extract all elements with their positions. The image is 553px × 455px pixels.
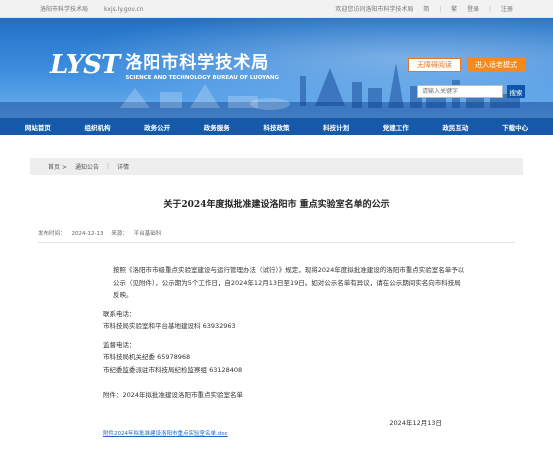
nav-item-policy[interactable]: 科技政策	[263, 122, 289, 132]
accessible-reading-button[interactable]: 无障碍阅读	[408, 58, 461, 72]
separator: |	[489, 6, 492, 13]
breadcrumb-current: 详情	[116, 164, 129, 171]
contact-line: 市科技局实验室和平台基地建设科 63932963	[103, 322, 236, 330]
logo-titles: 洛阳市科学技术局 SCIENCE AND TECHNOLOGY BUREAU O…	[125, 48, 279, 81]
supervise-label: 监督电话：	[103, 340, 136, 349]
meta-divider	[38, 242, 515, 243]
traditional-link[interactable]: 繁	[451, 6, 457, 13]
site-logo[interactable]: LYST 洛阳市科学技术局 SCIENCE AND TECHNOLOGY BUR…	[50, 48, 279, 82]
search-box: 搜索	[417, 85, 525, 98]
source-value: 平台基础科	[133, 231, 162, 237]
search-input[interactable]	[417, 85, 503, 98]
breadcrumb: 首页 > 通知公告 | 详情	[30, 158, 523, 175]
supervise-line-2: 市纪委监委派驻市科技局纪检监察组 63128408	[103, 365, 243, 374]
nav-item-plan[interactable]: 科技计划	[323, 122, 349, 132]
logo-mark: LYST	[50, 49, 120, 80]
publish-label: 发布时间：	[38, 231, 66, 237]
nav-item-interaction[interactable]: 政民互动	[442, 122, 468, 132]
elder-mode-button[interactable]: 进入适老模式	[467, 58, 525, 72]
search-button[interactable]: 搜索	[507, 85, 525, 98]
article: 关于2024年度拟批准建设洛阳市 重点实验室名单的公示 发布时间： 2024-12…	[30, 197, 523, 437]
accessibility-modes: 无障碍阅读 进入适老模式	[408, 58, 525, 72]
separator: |	[439, 6, 442, 13]
top-bar-left: 洛阳市科学技术局 kxjs.ly.gov.cn	[40, 4, 158, 13]
source-label: 来源：	[111, 231, 128, 237]
breadcrumb-separator: |	[106, 163, 109, 170]
contact-label: 联系电话：	[103, 309, 136, 318]
nav-item-download[interactable]: 下载中心	[502, 122, 528, 132]
publish-date: 2024-12-13	[71, 231, 104, 237]
welcome-text: 欢迎您访问洛阳市科学技术局	[335, 6, 414, 13]
article-body: 按照《洛阳市市级重点实验室建设与运行管理办法（试行）》规定，现将2024年度拟批…	[38, 264, 515, 402]
main-nav: 网站首页 组织机构 政务公开 政务服务 科技政策 科技计划 党建工作 政民互动 …	[0, 118, 553, 135]
nav-item-party[interactable]: 党建工作	[383, 122, 409, 132]
breadcrumb-home[interactable]: 首页 >	[48, 162, 67, 171]
sign-date: 2024年12月13日	[389, 418, 442, 427]
nav-item-home[interactable]: 网站首页	[25, 122, 51, 132]
article-title: 关于2024年度拟批准建设洛阳市 重点实验室名单的公示	[163, 200, 390, 210]
site-title-cn: 洛阳市科学技术局	[125, 53, 270, 73]
supervise-line-1: 市科技局机关纪委 65978968	[103, 353, 191, 361]
article-paragraph: 按照《洛阳市市级重点实验室建设与运行管理办法（试行）》规定，现将2024年度拟批…	[113, 266, 465, 299]
header-banner: LYST 洛阳市科学技术局 SCIENCE AND TECHNOLOGY BUR…	[0, 18, 553, 118]
login-link[interactable]: 登录	[467, 6, 479, 13]
top-bar-right: 欢迎您访问洛阳市科学技术局 简 | 繁 登录 | 注册	[327, 4, 513, 13]
attachment-note: 附件：2024年拟批准建设洛阳市重点实验室名单	[103, 391, 244, 399]
article-meta: 发布时间： 2024-12-13 来源： 平台基础科	[38, 229, 515, 237]
nav-item-gov-service[interactable]: 政务服务	[204, 122, 230, 132]
breadcrumb-section[interactable]: 通知公告	[75, 162, 99, 171]
site-domain: kxjs.ly.gov.cn	[103, 6, 144, 13]
attachment-link[interactable]: 附件2024年拟批准建设洛阳市重点实验室名单.doc	[38, 429, 515, 437]
simplified-link[interactable]: 简	[423, 6, 429, 13]
top-bar: 洛阳市科学技术局 kxjs.ly.gov.cn 欢迎您访问洛阳市科学技术局 简 …	[0, 0, 553, 18]
nav-item-organization[interactable]: 组织机构	[84, 122, 110, 132]
site-name: 洛阳市科学技术局	[40, 6, 89, 13]
nav-item-gov-disclosure[interactable]: 政务公开	[144, 122, 170, 132]
site-title-en: SCIENCE AND TECHNOLOGY BUREAU OF LUOYANG	[125, 75, 280, 81]
register-link[interactable]: 注册	[501, 6, 513, 13]
